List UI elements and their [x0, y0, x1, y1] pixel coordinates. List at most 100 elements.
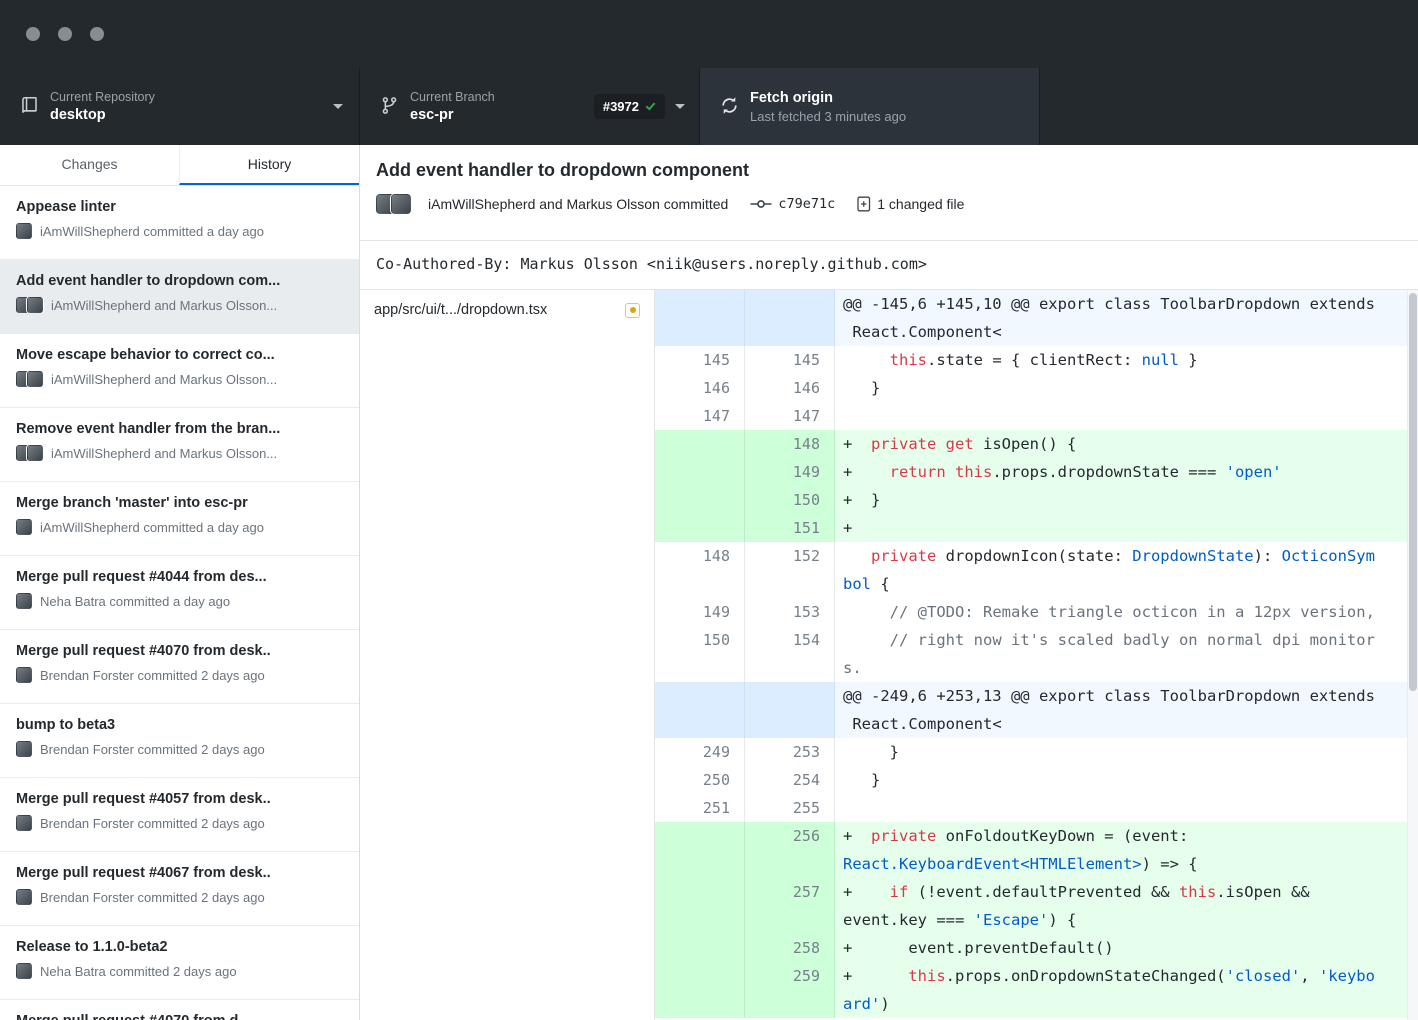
diff-old-line-number — [655, 486, 745, 514]
current-repository-button[interactable]: Current Repository desktop — [0, 68, 360, 145]
commit-item-meta: Brendan Forster committed 2 days ago — [16, 815, 343, 831]
commit-item-title: bump to beta3 — [16, 717, 343, 733]
commit-item-title: Move escape behavior to correct co... — [16, 347, 343, 363]
commit-list-item[interactable]: bump to beta3 Brendan Forster committed … — [0, 704, 359, 778]
diff-line-row: 249253 } — [655, 738, 1418, 766]
branch-label: Current Branch — [410, 90, 582, 104]
diff-code-line: + } — [835, 486, 1418, 514]
commit-item-meta: Brendan Forster committed 2 days ago — [16, 889, 343, 905]
committer-avatars — [16, 593, 32, 609]
diff-new-line-number: 150 — [745, 486, 835, 514]
commit-list: Appease linter iAmWillShepherd committed… — [0, 186, 359, 1020]
diff-line-row: 259+ this.props.onDropdownStateChanged('… — [655, 962, 1418, 1018]
git-commit-icon — [750, 198, 772, 210]
committer-avatars — [16, 223, 32, 239]
sidebar-tabs: Changes History — [0, 145, 359, 186]
diff-new-line-number — [745, 290, 835, 346]
commit-list-item[interactable]: Merge pull request #4070 from desk.. Bre… — [0, 630, 359, 704]
commit-list-item[interactable]: Remove event handler from the bran... iA… — [0, 408, 359, 482]
window-close-button[interactable] — [26, 27, 40, 41]
commit-meta: iAmWillShepherd and Markus Olsson commit… — [376, 194, 1402, 214]
diff-code-line: + if (!event.defaultPrevented && this.is… — [835, 878, 1418, 934]
diff-line-row: 256+ private onFoldoutKeyDown = (event: … — [655, 822, 1418, 878]
diff-old-line-number: 146 — [655, 374, 745, 402]
committer-avatars — [16, 667, 32, 683]
pr-check-icon — [646, 100, 656, 110]
diff-code-line: // right now it's scaled badly on normal… — [835, 626, 1418, 682]
diff-new-line-number: 146 — [745, 374, 835, 402]
avatar — [27, 297, 43, 313]
commit-item-title: Add event handler to dropdown com... — [16, 273, 343, 289]
commit-list-item[interactable]: Release to 1.1.0-beta2 Neha Batra commit… — [0, 926, 359, 1000]
window-zoom-button[interactable] — [90, 27, 104, 41]
committer-avatars — [16, 445, 43, 461]
window-minimize-button[interactable] — [58, 27, 72, 41]
committer-avatars — [16, 741, 32, 757]
commit-item-title: Merge pull request #4070 from desk.. — [16, 643, 343, 659]
changed-files-count: 1 changed file — [877, 196, 964, 212]
diff-new-line-number: 154 — [745, 626, 835, 682]
commit-item-title: Remove event handler from the bran... — [16, 421, 343, 437]
commit-item-meta: Brendan Forster committed 2 days ago — [16, 741, 343, 757]
diff-code-line: + private onFoldoutKeyDown = (event: Rea… — [835, 822, 1418, 878]
tab-changes[interactable]: Changes — [0, 145, 179, 185]
titlebar — [0, 0, 1418, 68]
avatar — [16, 963, 32, 979]
diff-old-line-number — [655, 458, 745, 486]
commit-item-meta: Neha Batra committed a day ago — [16, 593, 343, 609]
avatar — [27, 371, 43, 387]
avatar — [16, 889, 32, 905]
tab-history[interactable]: History — [179, 145, 359, 185]
current-branch-button[interactable]: Current Branch esc-pr #3972 — [360, 68, 700, 145]
commit-item-byline: iAmWillShepherd and Markus Olsson... — [51, 298, 277, 313]
commit-list-item[interactable]: Merge pull request #4057 from desk.. Bre… — [0, 778, 359, 852]
diff-code-line: } — [835, 766, 1418, 794]
diff-line-row: 149153 // @TODO: Remake triangle octicon… — [655, 598, 1418, 626]
commit-item-meta: iAmWillShepherd and Markus Olsson... — [16, 297, 343, 313]
diff-line-row: 147147 — [655, 402, 1418, 430]
commit-item-byline: iAmWillShepherd committed a day ago — [40, 224, 264, 239]
commit-item-byline: iAmWillShepherd and Markus Olsson... — [51, 446, 277, 461]
diff-hunk-row: @@ -249,6 +253,13 @@ export class Toolba… — [655, 682, 1418, 738]
commit-item-byline: iAmWillShepherd and Markus Olsson... — [51, 372, 277, 387]
chevron-down-icon — [675, 104, 685, 109]
changed-file-icon — [857, 196, 871, 212]
diff-line-row: 148152 private dropdownIcon(state: Dropd… — [655, 542, 1418, 598]
fetch-origin-button[interactable]: Fetch origin Last fetched 3 minutes ago — [700, 68, 1040, 145]
diff-hunk-row: @@ -145,6 +145,10 @@ export class Toolba… — [655, 290, 1418, 346]
git-branch-icon — [380, 96, 399, 118]
file-list-item[interactable]: app/src/ui/t.../dropdown.tsx — [360, 290, 654, 330]
commit-list-item[interactable]: Move escape behavior to correct co... iA… — [0, 334, 359, 408]
commit-list-item[interactable]: Merge pull request #4044 from des... Neh… — [0, 556, 359, 630]
commit-list-item[interactable]: Merge pull request #4070 from d... — [0, 1000, 359, 1020]
diff-new-line-number: 258 — [745, 934, 835, 962]
commit-list-item[interactable]: Add event handler to dropdown com... iAm… — [0, 260, 359, 334]
diff-code-line: } — [835, 738, 1418, 766]
diff-code-line: // @TODO: Remake triangle octicon in a 1… — [835, 598, 1418, 626]
toolbar-empty-space — [1040, 68, 1418, 145]
repo-icon — [20, 96, 39, 118]
scrollbar-thumb[interactable] — [1409, 293, 1417, 691]
diff-new-line-number: 149 — [745, 458, 835, 486]
commit-item-title: Release to 1.1.0-beta2 — [16, 939, 343, 955]
pr-number-badge[interactable]: #3972 — [594, 94, 665, 119]
diff-new-line-number: 152 — [745, 542, 835, 598]
committer-avatars — [16, 371, 43, 387]
diff-code-line: + this.props.onDropdownStateChanged('clo… — [835, 962, 1418, 1018]
commit-item-byline: Brendan Forster committed 2 days ago — [40, 890, 265, 905]
commit-byline: iAmWillShepherd and Markus Olsson commit… — [428, 196, 728, 212]
commit-description: Co-Authored-By: Markus Olsson <niik@user… — [360, 241, 1418, 290]
commit-list-item[interactable]: Appease linter iAmWillShepherd committed… — [0, 186, 359, 260]
fetch-title: Fetch origin — [750, 90, 1025, 106]
history-sidebar: Changes History Appease linter iAmWillSh… — [0, 145, 360, 1020]
commit-list-item[interactable]: Merge branch 'master' into esc-pr iAmWil… — [0, 482, 359, 556]
diff-new-line-number: 151 — [745, 514, 835, 542]
diff-new-line-number: 257 — [745, 878, 835, 934]
commit-list-item[interactable]: Merge pull request #4067 from desk.. Bre… — [0, 852, 359, 926]
diff-code-line — [835, 402, 1418, 430]
diff-code-line: private dropdownIcon(state: DropdownStat… — [835, 542, 1418, 598]
avatar — [16, 593, 32, 609]
file-path: app/src/ui/t.../dropdown.tsx — [374, 302, 625, 318]
diff-code-line: this.state = { clientRect: null } — [835, 346, 1418, 374]
diff-code-line: } — [835, 374, 1418, 402]
